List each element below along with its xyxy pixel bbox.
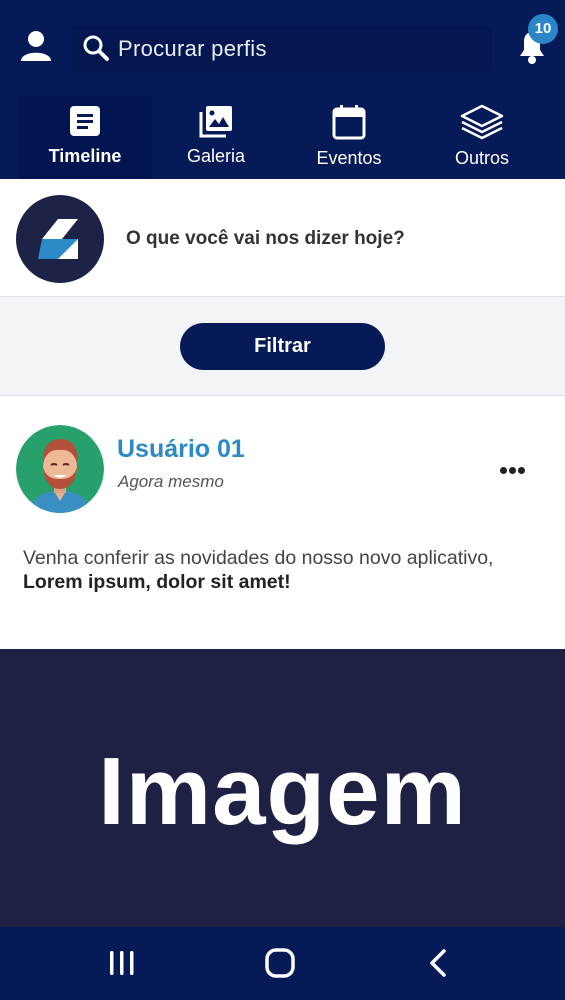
recent-apps-icon[interactable] [102,945,142,981]
layers-icon [460,104,504,140]
post-text-bold: Lorem ipsum, dolor sit amet! [23,571,291,593]
tab-eventos[interactable]: Eventos [298,96,400,179]
tab-galeria[interactable]: Galeria [166,96,266,179]
composer-prompt: O que você vai nos dizer hoje? [126,228,405,249]
post-text: Venha conferir as novidades do nosso nov… [23,547,494,569]
system-navigation-bar [0,927,565,1000]
tab-outros[interactable]: Outros [432,96,532,179]
image-placeholder-label: Imagem [98,738,467,845]
tab-label: Outros [454,148,510,168]
calendar-icon [332,105,366,140]
home-icon[interactable] [260,945,300,981]
more-options-icon[interactable] [494,459,532,483]
post-composer[interactable]: O que você vai nos dizer hoje? [0,179,565,297]
profile-icon[interactable] [18,28,54,64]
search-placeholder: Procurar perfis [118,36,267,61]
notification-count-badge: 10 [528,14,558,44]
gallery-icon [199,106,232,138]
back-icon[interactable] [420,945,460,981]
filter-button[interactable]: Filtrar [180,323,385,370]
search-icon [83,35,109,61]
tab-timeline[interactable]: Timeline [18,96,152,179]
tab-label: Galeria [186,146,246,166]
tab-bar: Timeline Galeria Eventos Outros [0,96,565,179]
filter-section: Filtrar [0,297,565,396]
tab-label: Timeline [48,146,122,166]
tab-label: Eventos [316,148,382,168]
avatar[interactable] [16,425,104,513]
post-timestamp: Agora mesmo [118,472,224,491]
brand-logo [16,195,104,283]
search-input[interactable]: Procurar perfis [72,26,492,72]
post-image[interactable]: Imagem [0,649,565,927]
document-icon [70,106,100,136]
post-author[interactable]: Usuário 01 [117,435,245,464]
top-header: Procurar perfis 10 Timeline Galeria Even… [0,0,565,179]
post-card: Usuário 01 Agora mesmo Venha conferir as… [0,397,565,649]
